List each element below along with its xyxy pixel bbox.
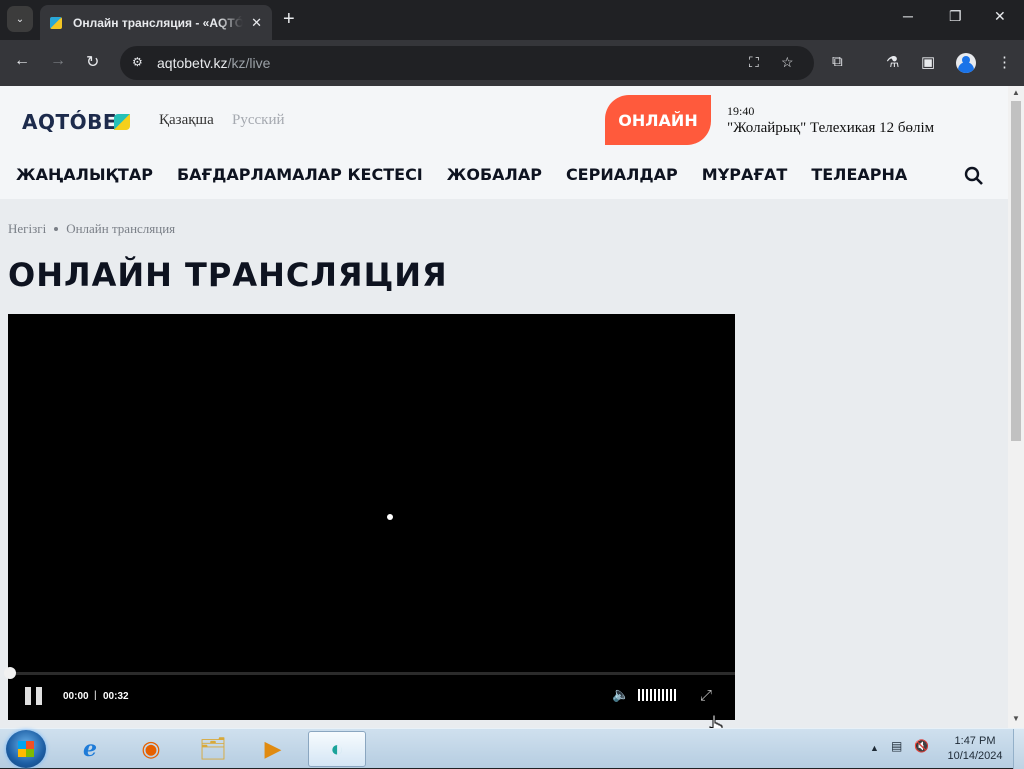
plus-icon[interactable]: + — [283, 8, 295, 31]
tab-strip: ⌄ Онлайн трансляция - «AQTÓBE ✕ + ─ ❐ ✕ — [0, 0, 1024, 40]
progress-handle[interactable] — [4, 667, 16, 679]
nav-schedule[interactable]: БАҒДАРЛАМАЛАР КЕСТЕСІ — [177, 165, 423, 184]
speaker-muted-icon[interactable]: 🔈 — [612, 686, 629, 703]
progress-bar[interactable] — [8, 672, 735, 675]
forward-arrow-icon[interactable]: → — [50, 52, 66, 70]
kebab-menu-icon[interactable]: ⋮ — [997, 53, 1012, 71]
clock-date: 10/14/2024 — [947, 750, 1003, 762]
now-playing-title[interactable]: "Жолайрық" Телехикая 12 бөлім — [727, 120, 934, 137]
firefox-icon[interactable]: ◉ — [125, 731, 177, 767]
browser-toolbar: ← → ↻ ⚙ aqtobetv.kz/kz/live ⛶ ☆ ⧉ ⚗ ▣ ⋮ — [0, 40, 1024, 86]
breadcrumb-home[interactable]: Негізгі — [8, 221, 46, 236]
now-playing-time: 19:40 — [727, 104, 755, 118]
breadcrumb-current: Онлайн трансляция — [66, 221, 176, 236]
site-favicon-icon — [50, 16, 62, 29]
lang-kazakh[interactable]: Қазақша — [159, 112, 214, 129]
url-path: /kz/live — [227, 55, 271, 71]
address-bar[interactable]: ⚙ aqtobetv.kz/kz/live ⛶ ☆ — [120, 46, 814, 80]
browser-window: ⌄ Онлайн трансляция - «AQTÓBE ✕ + ─ ❐ ✕ … — [0, 0, 1024, 728]
chevron-down-icon[interactable]: ⌄ — [7, 6, 33, 32]
site-logo[interactable]: AQTÓBE — [22, 110, 117, 134]
clock-time: 1:47 PM — [954, 735, 996, 747]
fullscreen-icon[interactable]: ⤢ — [700, 687, 712, 704]
pause-icon[interactable] — [24, 687, 44, 705]
breadcrumb: Негізгі Онлайн трансляция — [8, 221, 175, 237]
tray-expand-icon[interactable]: ▲ — [870, 743, 879, 753]
url-text[interactable]: aqtobetv.kz/kz/live — [157, 55, 270, 71]
search-icon[interactable] — [964, 166, 984, 186]
breadcrumb-separator — [54, 227, 59, 231]
duration: 00:32 — [103, 691, 129, 702]
main-nav: ЖАҢАЛЫҚТАР БАҒДАРЛАМАЛАР КЕСТЕСІ ЖОБАЛАР… — [16, 165, 931, 184]
browser-tab[interactable]: Онлайн трансляция - «AQTÓBE ✕ — [40, 5, 272, 40]
translate-icon[interactable]: ⛶ — [749, 54, 759, 71]
nav-projects[interactable]: ЖОБАЛАР — [447, 165, 542, 184]
web-page: AQTÓBE Қазақша Русский ОНЛАЙН 19:40 "Жол… — [0, 86, 1008, 728]
close-icon[interactable]: ✕ — [251, 15, 262, 31]
media-player-icon[interactable]: ▶ — [247, 731, 299, 767]
url-host: aqtobetv.kz — [157, 55, 228, 71]
speaker-muted-icon[interactable]: 🔇 — [914, 739, 929, 753]
nav-series[interactable]: СЕРИАЛДАР — [566, 165, 678, 184]
logo-mark-icon — [114, 114, 130, 130]
internet-explorer-icon[interactable]: e — [64, 731, 116, 767]
page-scrollbar[interactable]: ▲ ▼ — [1008, 86, 1024, 728]
online-button[interactable]: ОНЛАЙН — [605, 95, 711, 145]
window-close-icon[interactable]: ✕ — [994, 8, 1006, 25]
star-icon[interactable]: ☆ — [781, 54, 794, 71]
flask-icon[interactable]: ⚗ — [886, 53, 899, 71]
loading-indicator — [387, 514, 393, 520]
volume-bars-icon[interactable] — [638, 689, 678, 701]
nav-channel[interactable]: ТЕЛЕАРНА — [811, 165, 907, 184]
puzzle-icon[interactable]: ⧉ — [832, 53, 843, 70]
nav-news[interactable]: ЖАҢАЛЫҚТАР — [16, 165, 153, 184]
scroll-thumb[interactable] — [1011, 101, 1021, 441]
show-desktop-button[interactable] — [1013, 729, 1024, 769]
site-header: AQTÓBE Қазақша Русский ОНЛАЙН 19:40 "Жол… — [0, 86, 1008, 199]
page-title: ОНЛАЙН ТРАНСЛЯЦИЯ — [8, 256, 448, 294]
minimize-icon[interactable]: ─ — [903, 8, 913, 24]
file-explorer-icon[interactable]: 🗂 — [187, 731, 239, 767]
restore-icon[interactable]: ❐ — [949, 8, 962, 25]
scroll-up-icon[interactable]: ▲ — [1012, 88, 1020, 97]
active-app-icon[interactable]: ◐ — [308, 731, 366, 767]
reload-icon[interactable]: ↻ — [86, 52, 99, 72]
time-separator: | — [94, 690, 97, 701]
profile-icon[interactable] — [956, 53, 976, 73]
scroll-down-icon[interactable]: ▼ — [1012, 714, 1020, 723]
back-arrow-icon[interactable]: ← — [14, 52, 30, 70]
current-time: 00:00 — [63, 691, 89, 702]
nav-archive[interactable]: МҰРАҒАТ — [702, 165, 788, 184]
taskbar: e ◉ 🗂 ▶ ◐ ▲ ▤ 🔇 1:47 PM 10/14/2024 — [0, 728, 1024, 769]
lang-russian[interactable]: Русский — [232, 112, 285, 129]
start-button[interactable] — [6, 730, 46, 768]
system-clock[interactable]: 1:47 PM 10/14/2024 — [940, 734, 1010, 764]
tab-title: Онлайн трансляция - «AQTÓBE — [73, 15, 243, 30]
network-icon[interactable]: ▤ — [891, 739, 902, 753]
video-player[interactable]: 00:00 | 00:32 🔈 ⤢ — [4, 314, 735, 720]
side-panel-icon[interactable]: ▣ — [921, 53, 935, 71]
tune-icon[interactable]: ⚙ — [132, 55, 143, 69]
